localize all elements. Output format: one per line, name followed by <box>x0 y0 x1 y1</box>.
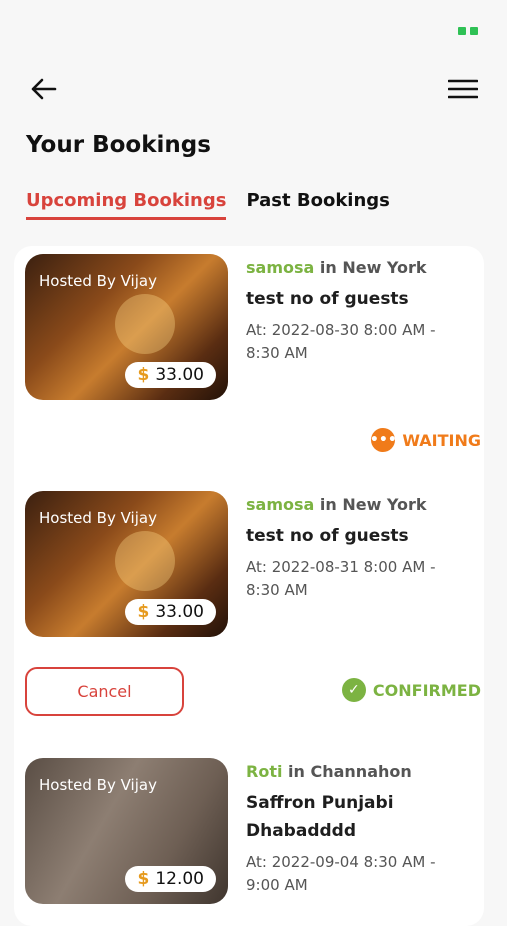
event-title-line1: Saffron Punjabi <box>246 793 394 813</box>
time-start: At: 2022-08-30 8:00 AM - <box>246 321 436 339</box>
more-dots-icon: ••• <box>370 428 397 452</box>
status-badge: ••• WAITING <box>370 428 481 452</box>
time-start: At: 2022-09-04 8:30 AM - <box>246 853 436 871</box>
booking-card[interactable]: Hosted By Vijay $ 33.00 samosa in New Yo… <box>25 491 483 721</box>
tab-upcoming-bookings[interactable]: Upcoming Bookings <box>26 190 227 220</box>
event-title: test no of guests <box>246 526 409 546</box>
location: in New York <box>319 495 427 514</box>
status-badge: ✓ CONFIRMED <box>341 678 481 702</box>
price-badge: $ 33.00 <box>125 362 216 388</box>
currency-symbol: $ <box>137 602 150 622</box>
check-circle-icon: ✓ <box>341 678 366 702</box>
time-end: 8:30 AM <box>246 344 308 362</box>
booking-info: samosa in New York test no of guests At:… <box>246 258 486 365</box>
dish-name[interactable]: Roti <box>246 762 282 781</box>
price-value: 33.00 <box>155 602 204 622</box>
event-title-line2: Dhabadddd <box>246 821 357 841</box>
page-title: Your Bookings <box>26 132 211 158</box>
host-label: Hosted By Vijay <box>39 272 157 290</box>
location: in New York <box>319 258 427 277</box>
booking-info: Roti in Channahon Saffron Punjabi Dhabad… <box>246 762 486 897</box>
booking-info: samosa in New York test no of guests At:… <box>246 495 486 602</box>
back-button[interactable] <box>26 72 60 106</box>
currency-symbol: $ <box>137 365 150 385</box>
dish-name[interactable]: samosa <box>246 495 314 514</box>
booking-card[interactable]: Hosted By Vijay $ 12.00 Roti in Channaho… <box>25 758 486 904</box>
price-badge: $ 33.00 <box>125 599 216 625</box>
time-start: At: 2022-08-31 8:00 AM - <box>246 558 436 576</box>
dish-name[interactable]: samosa <box>246 258 314 277</box>
booking-card[interactable]: Hosted By Vijay $ 33.00 samosa in New Yo… <box>25 254 483 469</box>
event-title: test no of guests <box>246 289 409 309</box>
status-text: WAITING <box>402 430 481 450</box>
menu-button[interactable] <box>446 72 480 106</box>
host-label: Hosted By Vijay <box>39 776 157 794</box>
booking-image: Hosted By Vijay $ 33.00 <box>25 254 228 400</box>
price-badge: $ 12.00 <box>125 866 216 892</box>
price-value: 12.00 <box>155 869 204 889</box>
currency-symbol: $ <box>137 869 150 889</box>
booking-image: Hosted By Vijay $ 33.00 <box>25 491 228 637</box>
time-end: 9:00 AM <box>246 876 308 894</box>
cancel-button[interactable]: Cancel <box>25 667 184 716</box>
hamburger-menu-icon <box>448 79 478 99</box>
location: in Channahon <box>288 762 412 781</box>
price-value: 33.00 <box>155 365 204 385</box>
host-label: Hosted By Vijay <box>39 509 157 527</box>
status-text: CONFIRMED <box>372 680 481 700</box>
battery-icon <box>456 25 480 37</box>
tab-past-bookings[interactable]: Past Bookings <box>246 190 389 220</box>
booking-tabs: Upcoming Bookings Past Bookings <box>26 190 390 220</box>
booking-image: Hosted By Vijay $ 12.00 <box>25 758 228 904</box>
time-end: 8:30 AM <box>246 581 308 599</box>
arrow-left-icon <box>31 78 57 100</box>
top-bar <box>0 68 507 108</box>
